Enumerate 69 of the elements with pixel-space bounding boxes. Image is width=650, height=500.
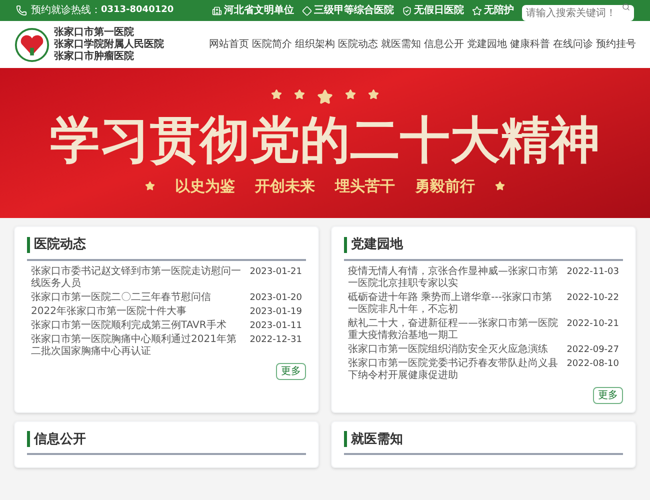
star-icon xyxy=(368,88,379,100)
news-link[interactable]: 砥砺奋进十年路 乘势而上谱华章---张家口市第一医院非凡十年，不忘初 xyxy=(348,292,559,316)
news-link[interactable]: 疫情无情人有情，京张合作显神威—张家口市第一医院北京挂职专家以实 xyxy=(348,266,559,290)
hotline-label: 预约就诊热线： xyxy=(31,4,101,18)
title-bar-icon xyxy=(27,431,30,448)
star-icon xyxy=(495,181,505,191)
nav-link[interactable]: 就医需知 xyxy=(381,37,421,52)
banner-slogan: 以史为鉴 xyxy=(175,176,235,197)
title-bar-icon xyxy=(27,236,30,253)
news-link[interactable]: 张家口市第一医院二〇二三年春节慰问信 xyxy=(31,292,211,304)
news-date: 2022-08-10 xyxy=(566,358,619,370)
diamond-icon xyxy=(302,6,312,16)
news-link[interactable]: 张家口市第一医院顺利完成第三例TAVR手术 xyxy=(31,320,226,332)
news-date: 2022-11-03 xyxy=(566,266,619,278)
badge-label: 三级甲等综合医院 xyxy=(314,4,394,18)
news-link[interactable]: 张家口市委书记赵文铎到市第一医院走访慰问一线医务人员 xyxy=(31,266,242,290)
nav-link[interactable]: 在线问诊 xyxy=(553,37,593,52)
news-date: 2023-01-19 xyxy=(250,306,302,318)
hospital-logo-icon xyxy=(14,26,50,62)
nav-link[interactable]: 健康科普 xyxy=(510,37,550,52)
badge-label: 无假日医院 xyxy=(414,4,464,18)
news-date: 2022-10-22 xyxy=(566,292,619,304)
banner-headline: 学习贯彻党的二十大精神 xyxy=(50,108,600,171)
news-date: 2022-10-21 xyxy=(566,318,619,330)
banner-slogan: 埋头苦干 xyxy=(335,176,395,197)
hospital-name: 张家口学院附属人民医院 xyxy=(54,38,164,50)
nav-link[interactable]: 医院动态 xyxy=(338,37,378,52)
search-field[interactable]: 请输入搜索关键词！ xyxy=(522,5,634,21)
title-bar-icon xyxy=(344,236,347,253)
title-bar-icon xyxy=(344,431,347,448)
news-link[interactable]: 张家口市第一医院组织消防安全灭火应急演练 xyxy=(348,344,548,356)
news-date: 2022-09-27 xyxy=(566,344,619,356)
news-link[interactable]: 张家口市第一医院党委书记乔春友带队赴尚义县下纳令村开展健康促进助 xyxy=(348,358,559,382)
banner-slogan: 勇毅前行 xyxy=(415,176,475,197)
star-icon xyxy=(345,88,356,100)
section-title: 医院动态 xyxy=(34,236,86,254)
section-title: 就医需知 xyxy=(351,430,403,448)
star-icon xyxy=(294,88,305,100)
news-date: 2023-01-11 xyxy=(250,320,302,332)
star-icon xyxy=(317,88,333,105)
news-date: 2023-01-21 xyxy=(250,266,302,278)
nav-link[interactable]: 信息公开 xyxy=(424,37,464,52)
more-button[interactable]: 更多 xyxy=(593,386,623,404)
star-icon xyxy=(145,181,155,191)
hospital-icon xyxy=(212,6,222,16)
hotline-number: 0313-8040120 xyxy=(101,4,174,17)
star-icon xyxy=(271,88,282,100)
section-title: 党建园地 xyxy=(351,236,403,254)
news-link[interactable]: 张家口市第一医院胸痛中心顺利通过2021年第二批次国家胸痛中心再认证 xyxy=(31,334,242,358)
hospital-name: 张家口市第一医院 xyxy=(54,26,135,38)
hospital-name: 张家口市肿瘤医院 xyxy=(54,50,135,62)
news-date: 2023-01-20 xyxy=(250,292,302,304)
news-link[interactable]: 献礼二十大，奋进新征程——张家口市第一医院重大疫情救治基地一期工 xyxy=(348,318,559,342)
section-title: 信息公开 xyxy=(34,430,86,448)
nav-link[interactable]: 网站首页 xyxy=(209,37,249,52)
nav-link[interactable]: 组织架构 xyxy=(295,37,335,52)
news-link[interactable]: 2022年张家口市第一医院十件大事 xyxy=(31,306,186,318)
badge-label: 无陪护 xyxy=(484,3,514,18)
more-button[interactable]: 更多 xyxy=(276,362,306,380)
shield-icon xyxy=(402,6,412,16)
news-date: 2022-12-31 xyxy=(250,334,302,346)
nav-link[interactable]: 医院简介 xyxy=(252,37,292,52)
phone-icon xyxy=(16,5,27,16)
star-icon xyxy=(472,6,482,16)
search-icon xyxy=(622,2,630,10)
nav-link[interactable]: 党建园地 xyxy=(467,37,507,52)
nav-link[interactable]: 预约挂号 xyxy=(596,37,636,52)
banner-slogan: 开创未来 xyxy=(255,176,315,197)
badge-label: 河北省文明单位 xyxy=(224,4,294,18)
